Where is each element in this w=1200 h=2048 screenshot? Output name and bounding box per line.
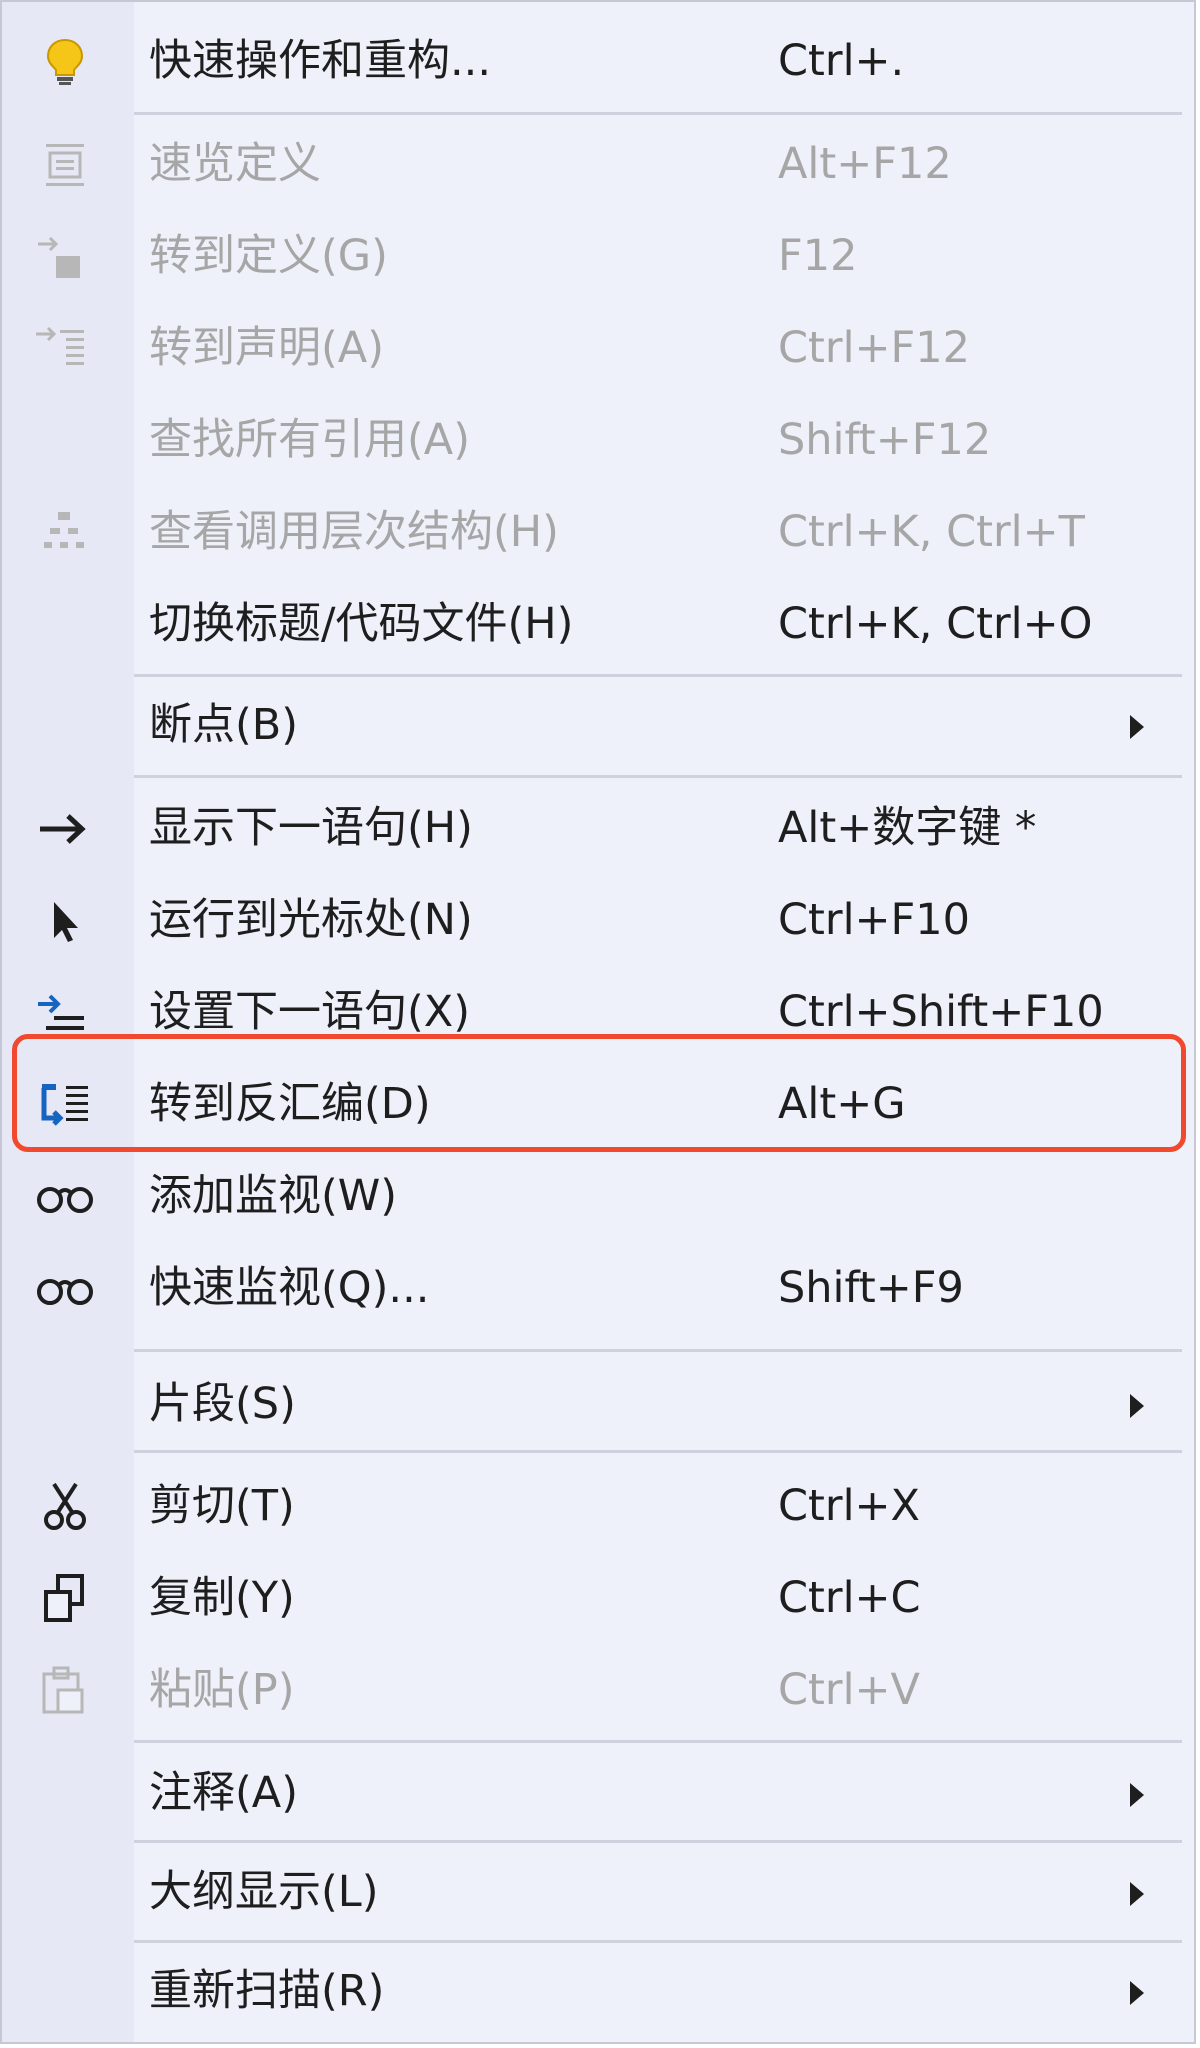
menu-item-shortcut: Alt+G	[778, 1079, 906, 1129]
menu-separator	[134, 1349, 1182, 1352]
menu-item-label: 查看调用层次结构(H)	[149, 507, 559, 557]
call-hierarchy-icon	[32, 506, 98, 560]
peek-definition-icon	[32, 138, 98, 192]
menu-item-label: 注释(A)	[149, 1768, 298, 1818]
menu-item-label: 断点(B)	[149, 700, 299, 750]
menu-item-shortcut: Ctrl+X	[778, 1481, 920, 1531]
menu-separator	[134, 1740, 1182, 1743]
menu-item-peek-definition[interactable]: 速览定义 Alt+F12	[2, 118, 1194, 210]
paste-icon	[32, 1664, 98, 1718]
go-to-declaration-icon	[32, 322, 98, 376]
menu-item-label: 转到定义(G)	[149, 231, 388, 281]
scissors-icon	[32, 1480, 98, 1534]
menu-separator	[134, 1450, 1182, 1453]
menu-item-comment[interactable]: 注释(A)	[2, 1747, 1194, 1839]
menu-separator	[134, 775, 1182, 778]
menu-item-shortcut: Alt+F12	[778, 139, 952, 189]
menu-item-set-next-statement[interactable]: 设置下一语句(X) Ctrl+Shift+F10	[2, 966, 1194, 1058]
cursor-icon	[32, 894, 98, 948]
menu-separator	[134, 1840, 1182, 1843]
menu-item-add-watch[interactable]: 添加监视(W)	[2, 1150, 1194, 1242]
menu-item-view-call-hierarchy[interactable]: 查看调用层次结构(H) Ctrl+K, Ctrl+T	[2, 486, 1194, 578]
menu-item-label: 剪切(T)	[149, 1481, 295, 1531]
menu-item-go-to-declaration[interactable]: 转到声明(A) Ctrl+F12	[2, 302, 1194, 394]
menu-separator	[134, 674, 1182, 677]
menu-item-outlining[interactable]: 大纲显示(L)	[2, 1846, 1194, 1938]
menu-item-shortcut: Ctrl+K, Ctrl+O	[778, 599, 1093, 649]
submenu-arrow-icon	[1130, 1394, 1144, 1418]
lightbulb-icon	[32, 35, 98, 89]
menu-item-label: 转到反汇编(D)	[149, 1079, 431, 1129]
menu-item-go-to-definition[interactable]: 转到定义(G) F12	[2, 210, 1194, 302]
disassembly-icon	[32, 1078, 98, 1132]
menu-item-shortcut: Ctrl+F12	[778, 323, 970, 373]
menu-item-quick-actions[interactable]: 快速操作和重构... Ctrl+.	[2, 15, 1194, 107]
menu-item-label: 片段(S)	[149, 1379, 296, 1429]
submenu-arrow-icon	[1130, 715, 1144, 739]
menu-item-snippets[interactable]: 片段(S)	[2, 1358, 1194, 1450]
menu-item-label: 快速监视(Q)...	[149, 1263, 430, 1313]
menu-item-shortcut: Ctrl+V	[778, 1665, 920, 1715]
menu-item-shortcut: Ctrl+C	[778, 1573, 921, 1623]
menu-item-shortcut: Ctrl+Shift+F10	[778, 987, 1104, 1037]
menu-item-go-to-disassembly[interactable]: 转到反汇编(D) Alt+G	[2, 1058, 1194, 1150]
arrow-right-icon	[32, 802, 98, 856]
menu-item-breakpoints[interactable]: 断点(B)	[2, 679, 1194, 771]
menu-item-shortcut: Shift+F9	[778, 1263, 964, 1313]
menu-item-shortcut: Ctrl+.	[778, 36, 905, 86]
menu-item-label: 添加监视(W)	[149, 1171, 398, 1221]
menu-item-quick-watch[interactable]: 快速监视(Q)... Shift+F9	[2, 1242, 1194, 1334]
submenu-arrow-icon	[1130, 1981, 1144, 2005]
glasses-icon	[32, 1170, 98, 1224]
go-to-definition-icon	[32, 230, 98, 284]
menu-item-label: 大纲显示(L)	[149, 1867, 379, 1917]
submenu-arrow-icon	[1130, 1882, 1144, 1906]
context-menu: 快速操作和重构... Ctrl+. 速览定义 Alt+F12 转到定义(G) F…	[0, 0, 1196, 2044]
menu-item-rescan[interactable]: 重新扫描(R)	[2, 1945, 1194, 2037]
menu-item-label: 重新扫描(R)	[149, 1966, 385, 2016]
menu-item-label: 速览定义	[149, 139, 321, 189]
menu-item-label: 切换标题/代码文件(H)	[149, 599, 574, 649]
menu-item-shortcut: Ctrl+F10	[778, 895, 970, 945]
menu-separator	[134, 112, 1182, 115]
menu-item-shortcut: Ctrl+K, Ctrl+T	[778, 507, 1085, 557]
submenu-arrow-icon	[1130, 1783, 1144, 1807]
menu-item-shortcut: Shift+F12	[778, 415, 992, 465]
menu-item-label: 设置下一语句(X)	[149, 987, 471, 1037]
menu-item-find-all-references[interactable]: 查找所有引用(A) Shift+F12	[2, 394, 1194, 486]
copy-icon	[32, 1572, 98, 1626]
menu-item-show-next-statement[interactable]: 显示下一语句(H) Alt+数字键 *	[2, 782, 1194, 874]
menu-item-run-to-cursor[interactable]: 运行到光标处(N) Ctrl+F10	[2, 874, 1194, 966]
menu-item-shortcut: Alt+数字键 *	[778, 803, 1037, 853]
menu-item-label: 复制(Y)	[149, 1573, 295, 1623]
menu-item-label: 快速操作和重构...	[149, 36, 492, 86]
set-next-statement-icon	[32, 986, 98, 1040]
menu-item-label: 显示下一语句(H)	[149, 803, 473, 853]
menu-item-cut[interactable]: 剪切(T) Ctrl+X	[2, 1460, 1194, 1552]
menu-item-label: 查找所有引用(A)	[149, 415, 470, 465]
glasses-icon	[32, 1262, 98, 1316]
menu-item-label: 运行到光标处(N)	[149, 895, 473, 945]
menu-item-paste[interactable]: 粘贴(P) Ctrl+V	[2, 1644, 1194, 1736]
menu-item-label: 转到声明(A)	[149, 323, 384, 373]
menu-item-label: 粘贴(P)	[149, 1665, 295, 1715]
menu-item-copy[interactable]: 复制(Y) Ctrl+C	[2, 1552, 1194, 1644]
menu-item-toggle-header-code[interactable]: 切换标题/代码文件(H) Ctrl+K, Ctrl+O	[2, 578, 1194, 670]
menu-separator	[134, 1940, 1182, 1943]
menu-item-shortcut: F12	[778, 231, 858, 281]
